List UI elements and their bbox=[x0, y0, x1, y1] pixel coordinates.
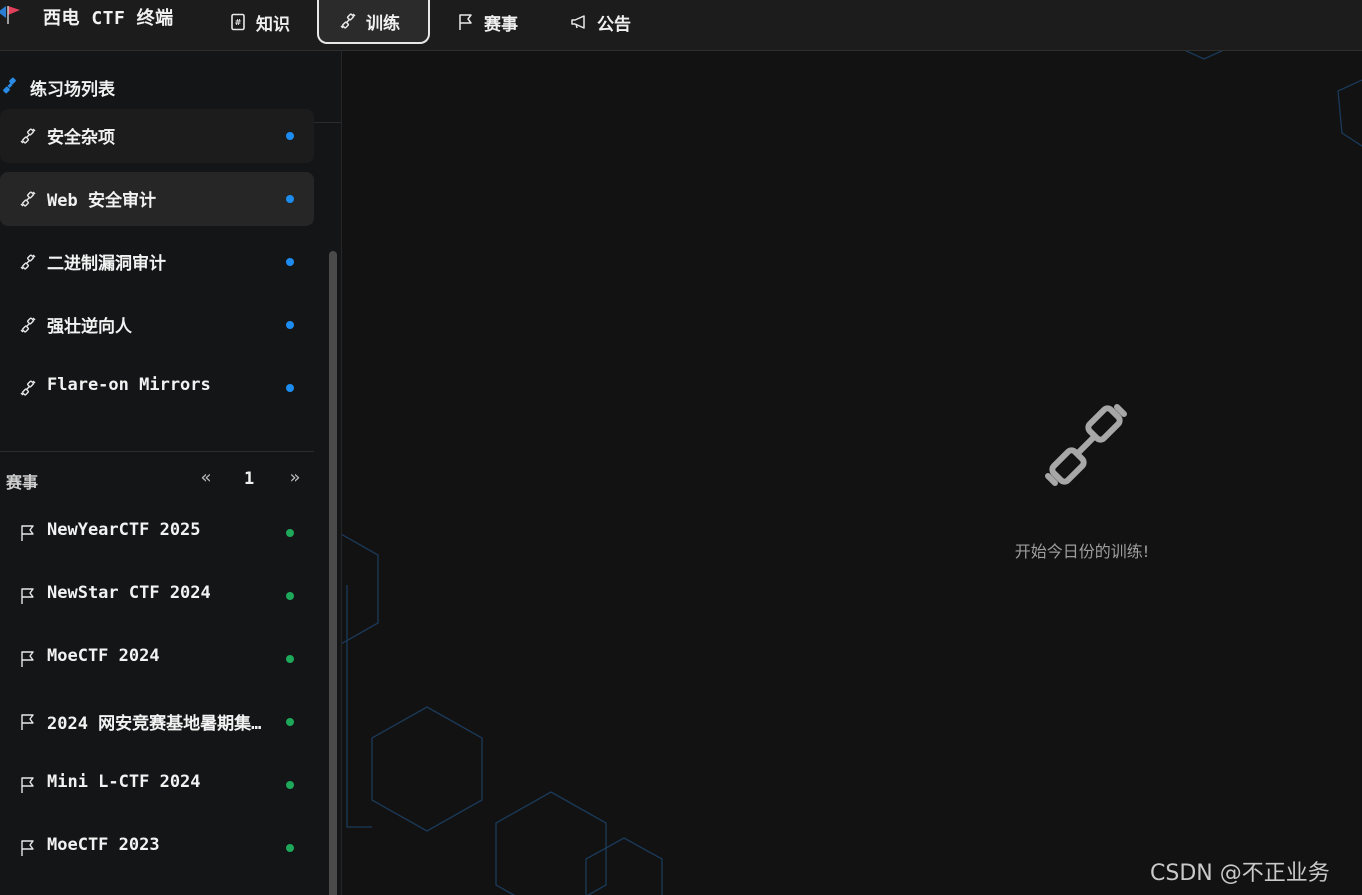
status-dot bbox=[286, 321, 294, 329]
dumbbell-icon bbox=[20, 254, 36, 270]
nav-contests[interactable]: 赛事 bbox=[457, 0, 518, 44]
status-dot bbox=[286, 592, 294, 600]
contest-item[interactable]: MoeCTF 2023 bbox=[0, 821, 314, 875]
flag-icon bbox=[21, 651, 34, 667]
contest-item-label: NewYearCTF 2025 bbox=[47, 520, 201, 540]
practice-item-label: Flare-on Mirrors bbox=[47, 375, 211, 395]
flag-icon bbox=[459, 14, 472, 30]
practice-item-web[interactable]: Web 安全审计 bbox=[0, 172, 314, 226]
practice-item-binary[interactable]: 二进制漏洞审计 bbox=[0, 235, 314, 289]
practice-item-label: 二进制漏洞审计 bbox=[47, 254, 166, 274]
status-dot bbox=[286, 258, 294, 266]
pager-prev-button[interactable]: « bbox=[196, 467, 216, 489]
main-panel: 开始今日份的训练! CSDN @不正业务 bbox=[342, 51, 1362, 895]
status-dot bbox=[286, 195, 294, 203]
brand-title[interactable]: 西电 CTF 终端 bbox=[43, 4, 174, 30]
dumbbell-icon bbox=[1045, 404, 1127, 486]
status-dot bbox=[286, 384, 294, 392]
dumbbell-icon bbox=[20, 128, 36, 144]
contest-item[interactable]: 2024 网安竞赛基地暑期集… bbox=[0, 695, 314, 749]
nav-announcements-label: 公告 bbox=[597, 14, 631, 35]
practice-item-flareon[interactable]: Flare-on Mirrors bbox=[0, 361, 314, 415]
dumbbell-icon bbox=[20, 191, 36, 207]
contest-item-label: NewStar CTF 2024 bbox=[47, 583, 211, 603]
contest-item-label: 2024 网安竞赛基地暑期集… bbox=[47, 714, 262, 734]
status-dot bbox=[286, 132, 294, 140]
nav-training-label: 训练 bbox=[366, 13, 400, 34]
practice-item-label: 强壮逆向人 bbox=[47, 317, 132, 337]
dumbbell-icon bbox=[3, 77, 16, 94]
nav-contests-label: 赛事 bbox=[484, 14, 518, 35]
watermark: CSDN @不正业务 bbox=[1150, 861, 1330, 886]
sidebar-title: 练习场列表 bbox=[30, 80, 115, 100]
hash-book-icon: # bbox=[231, 13, 245, 31]
status-dot bbox=[286, 718, 294, 726]
dumbbell-icon bbox=[20, 317, 36, 333]
practice-item-label: 安全杂项 bbox=[47, 128, 115, 148]
flag-icon bbox=[21, 588, 34, 604]
sidebar-scrollbar[interactable] bbox=[329, 251, 337, 895]
nav-knowledge[interactable]: # 知识 bbox=[229, 0, 290, 44]
pager-next-button[interactable]: » bbox=[285, 467, 305, 489]
contest-item[interactable]: MoeCTF 2024 bbox=[0, 632, 314, 686]
top-navbar: 西电 CTF 终端 # 知识 训练 赛事 公告 bbox=[0, 0, 1362, 51]
contest-item-label: MoeCTF 2023 bbox=[47, 835, 160, 855]
flag-icon bbox=[21, 777, 34, 793]
contest-item-label: MoeCTF 2024 bbox=[47, 646, 160, 666]
practice-item-misc[interactable]: 安全杂项 bbox=[0, 109, 314, 163]
flag-icon bbox=[21, 714, 34, 730]
contest-item[interactable]: Mini L-CTF 2024 bbox=[0, 758, 314, 812]
megaphone-icon bbox=[571, 15, 585, 29]
nav-announcements[interactable]: 公告 bbox=[570, 0, 631, 44]
practice-item-label: Web 安全审计 bbox=[47, 191, 156, 211]
status-dot bbox=[286, 655, 294, 663]
sidebar: 练习场列表 安全杂项 Web 安全审计 二进制漏洞审计 强壮逆向人 Flare-… bbox=[0, 51, 342, 895]
nav-knowledge-label: 知识 bbox=[256, 14, 290, 35]
status-dot bbox=[286, 781, 294, 789]
contest-item[interactable]: NewYearCTF 2025 bbox=[0, 506, 314, 560]
svg-text:#: # bbox=[235, 18, 242, 27]
empty-state-text: 开始今日份的训练! bbox=[1014, 542, 1150, 561]
status-dot bbox=[286, 529, 294, 537]
practice-item-reverse[interactable]: 强壮逆向人 bbox=[0, 298, 314, 352]
nav-training[interactable]: 训练 bbox=[317, 0, 430, 44]
contest-item[interactable]: NewStar CTF 2024 bbox=[0, 569, 314, 623]
flag-icon bbox=[21, 840, 34, 856]
logo-icon bbox=[0, 6, 20, 24]
flag-icon bbox=[21, 525, 34, 541]
status-dot bbox=[286, 844, 294, 852]
divider bbox=[0, 451, 314, 452]
hexagon-background bbox=[342, 51, 1362, 895]
pager-page-number: 1 bbox=[244, 469, 255, 489]
contests-heading: 赛事 bbox=[6, 473, 39, 492]
contest-item-label: Mini L-CTF 2024 bbox=[47, 772, 201, 792]
dumbbell-icon bbox=[20, 380, 36, 396]
dumbbell-icon bbox=[340, 13, 356, 29]
